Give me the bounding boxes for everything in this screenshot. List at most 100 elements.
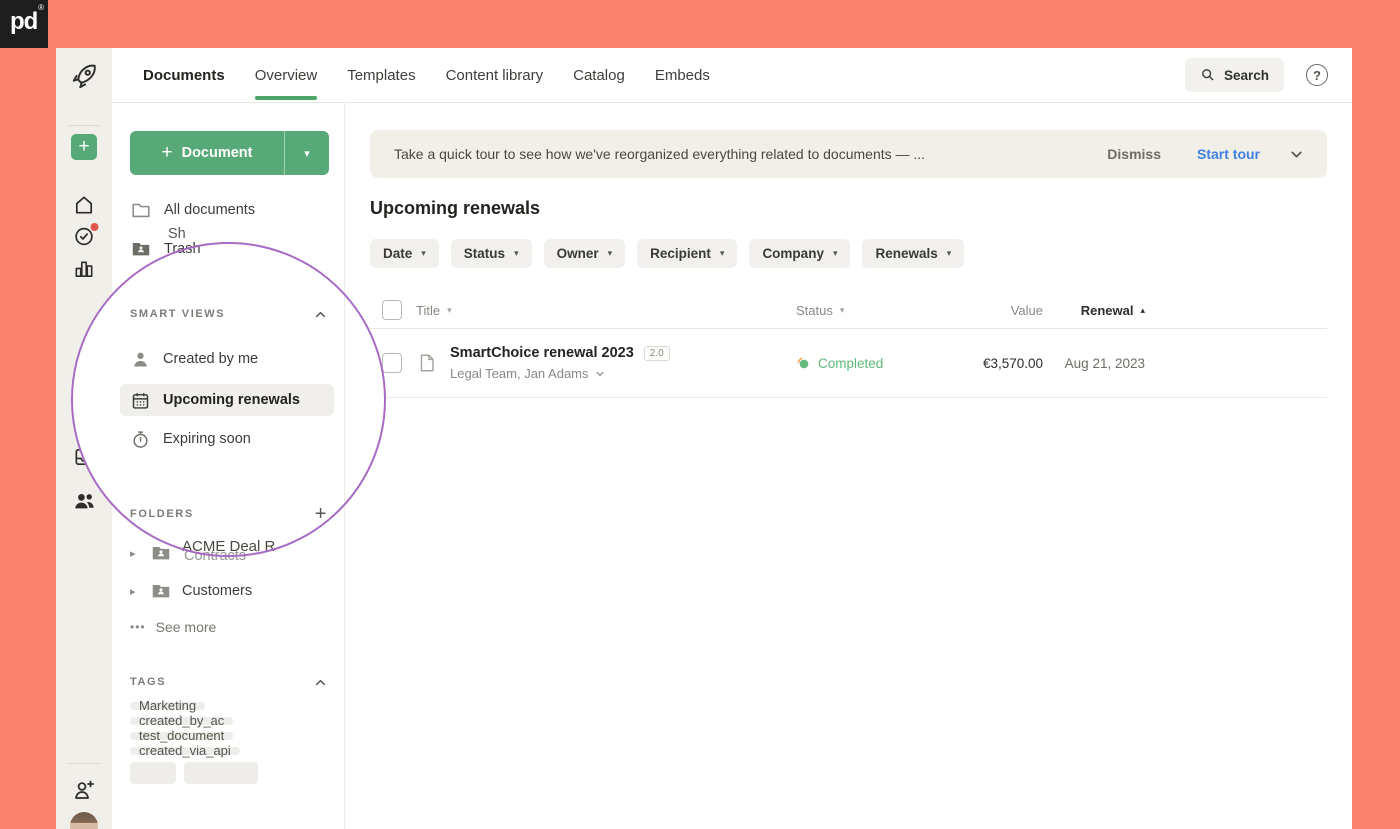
dismiss-button[interactable]: Dismiss xyxy=(1107,146,1161,162)
folders-list: ▸ ACME Deal R Contracts ▸ xyxy=(130,538,328,640)
add-folder-button[interactable]: + xyxy=(315,507,328,521)
rail-divider-bottom xyxy=(68,763,100,764)
column-status[interactable]: Status ▾ xyxy=(796,303,844,318)
column-value[interactable]: Value xyxy=(953,303,1043,318)
main-content: Take a quick tour to see how we've reorg… xyxy=(345,103,1352,829)
chevron-down-icon xyxy=(594,368,606,380)
chevron-right-icon[interactable]: ▸ xyxy=(130,585,140,598)
table-header: Title ▾ Status ▾ Value xyxy=(370,292,1327,329)
filter-owner[interactable]: Owner ▾ xyxy=(544,239,626,268)
filter-company[interactable]: Company ▾ xyxy=(749,239,850,268)
status-label: Completed xyxy=(818,356,883,371)
tag-created-by-ac[interactable]: created_by_ac xyxy=(130,717,233,725)
documents-sidebar: + Document ▾ All documents xyxy=(112,103,345,829)
registered-mark: ® xyxy=(38,3,44,12)
page-title: Upcoming renewals xyxy=(370,198,1327,219)
add-teammate-icon[interactable] xyxy=(72,778,96,802)
reports-icon[interactable] xyxy=(73,257,96,280)
sidebar-item-all-documents[interactable]: All documents xyxy=(130,197,328,223)
table-row[interactable]: SmartChoice renewal 2023 2.0 Legal Team,… xyxy=(370,329,1327,398)
tab-embeds[interactable]: Embeds xyxy=(655,48,710,103)
shared-folder-icon xyxy=(150,580,172,602)
tab-overview[interactable]: Overview xyxy=(255,48,318,103)
tag-test-document[interactable]: test_document xyxy=(130,732,233,740)
caret-up-icon: ▴ xyxy=(1140,305,1145,316)
tab-catalog[interactable]: Catalog xyxy=(573,48,625,103)
overlapping-label: Sh xyxy=(168,226,186,242)
tag-partial[interactable] xyxy=(184,762,258,784)
home-icon[interactable] xyxy=(73,194,96,217)
tag-marketing[interactable]: Marketing xyxy=(130,702,205,710)
chevron-right-icon[interactable]: ▸ xyxy=(130,547,140,560)
shared-folder-icon xyxy=(150,542,172,564)
folder-item-acme[interactable]: ▸ ACME Deal R Contracts xyxy=(130,538,328,568)
user-avatar[interactable] xyxy=(70,812,98,829)
smart-view-upcoming-renewals[interactable]: Upcoming renewals xyxy=(120,384,334,416)
tour-banner-text: Take a quick tour to see how we've reorg… xyxy=(394,146,1083,162)
filter-recipient[interactable]: Recipient ▾ xyxy=(637,239,737,268)
chevron-down-icon xyxy=(1288,146,1305,163)
app-frame: + xyxy=(56,48,1352,829)
quick-create-button[interactable]: + xyxy=(71,134,97,160)
see-more-folders[interactable]: ••• See more xyxy=(130,614,328,640)
document-owners[interactable]: Legal Team, Jan Adams xyxy=(450,366,670,381)
help-icon[interactable]: ? xyxy=(1306,64,1328,86)
trash-label: Trash xyxy=(164,241,201,257)
select-all-checkbox[interactable] xyxy=(382,300,402,320)
documents-table: Title ▾ Status ▾ Value xyxy=(370,292,1327,398)
contacts-icon[interactable] xyxy=(72,488,97,513)
notification-dot xyxy=(91,223,99,231)
tour-banner: Take a quick tour to see how we've reorg… xyxy=(370,130,1327,178)
folder-icon xyxy=(130,199,152,221)
caret-down-icon: ▾ xyxy=(514,248,519,259)
document-icon xyxy=(416,350,438,376)
filter-renewals[interactable]: Renewals ▾ xyxy=(862,239,964,268)
chevron-up-icon[interactable] xyxy=(313,675,328,690)
caret-down-icon: ▾ xyxy=(447,305,452,316)
status-dot-icon xyxy=(796,356,811,371)
column-renewal[interactable]: Renewal ▴ xyxy=(1055,303,1145,318)
rocket-icon[interactable] xyxy=(69,62,99,92)
tag-partial[interactable] xyxy=(130,762,176,784)
chevron-up-icon[interactable] xyxy=(313,307,328,322)
pandadoc-window: pd ® + xyxy=(0,0,1400,829)
shared-folder-icon xyxy=(130,238,152,260)
folders-header: FOLDERS + xyxy=(130,506,328,522)
search-button[interactable]: Search xyxy=(1185,58,1284,92)
start-tour-button[interactable]: Start tour xyxy=(1197,146,1260,162)
folder-contracts-label: Contracts xyxy=(184,548,246,564)
renewal-date: Aug 21, 2023 xyxy=(1055,356,1145,371)
see-more-label: See more xyxy=(156,619,217,635)
create-document-button[interactable]: + Document xyxy=(130,131,284,175)
row-checkbox[interactable] xyxy=(382,353,402,373)
calendar-icon xyxy=(130,390,151,411)
caret-down-icon: ▾ xyxy=(947,248,952,259)
document-title[interactable]: SmartChoice renewal 2023 xyxy=(450,345,634,361)
sidebar-item-trash[interactable]: Sh Trash xyxy=(130,236,328,262)
search-icon xyxy=(1200,67,1216,83)
filter-status[interactable]: Status ▾ xyxy=(451,239,532,268)
collapse-banner-button[interactable] xyxy=(1288,146,1305,163)
tab-content-library[interactable]: Content library xyxy=(446,48,544,103)
logo-text: pd xyxy=(10,8,37,36)
create-document-label: Document xyxy=(182,145,253,161)
search-label: Search xyxy=(1224,68,1269,83)
folder-item-customers[interactable]: ▸ Customers xyxy=(130,576,328,606)
tasks-icon[interactable] xyxy=(73,225,96,253)
all-documents-label: All documents xyxy=(164,202,255,218)
filter-date[interactable]: Date ▾ xyxy=(370,239,439,268)
column-title[interactable]: Title ▾ xyxy=(416,303,452,318)
smart-views-list: Created by me Upcoming renewals xyxy=(130,346,328,452)
smart-view-expiring-soon[interactable]: Expiring soon xyxy=(130,426,328,452)
tag-created-via-api[interactable]: created_via_api xyxy=(130,747,240,755)
caret-down-icon: ▾ xyxy=(304,147,310,160)
plus-icon: + xyxy=(78,136,89,157)
folder-customers-label: Customers xyxy=(182,583,252,599)
tab-documents[interactable]: Documents xyxy=(143,48,225,103)
caret-down-icon: ▾ xyxy=(840,305,845,316)
tags-list: Marketing created_by_ac test_document cr… xyxy=(130,702,328,784)
tab-templates[interactable]: Templates xyxy=(347,48,415,103)
pandadoc-logo: pd ® xyxy=(0,0,48,48)
smart-view-created-by-me[interactable]: Created by me xyxy=(130,346,328,372)
create-document-dropdown[interactable]: ▾ xyxy=(284,131,329,175)
